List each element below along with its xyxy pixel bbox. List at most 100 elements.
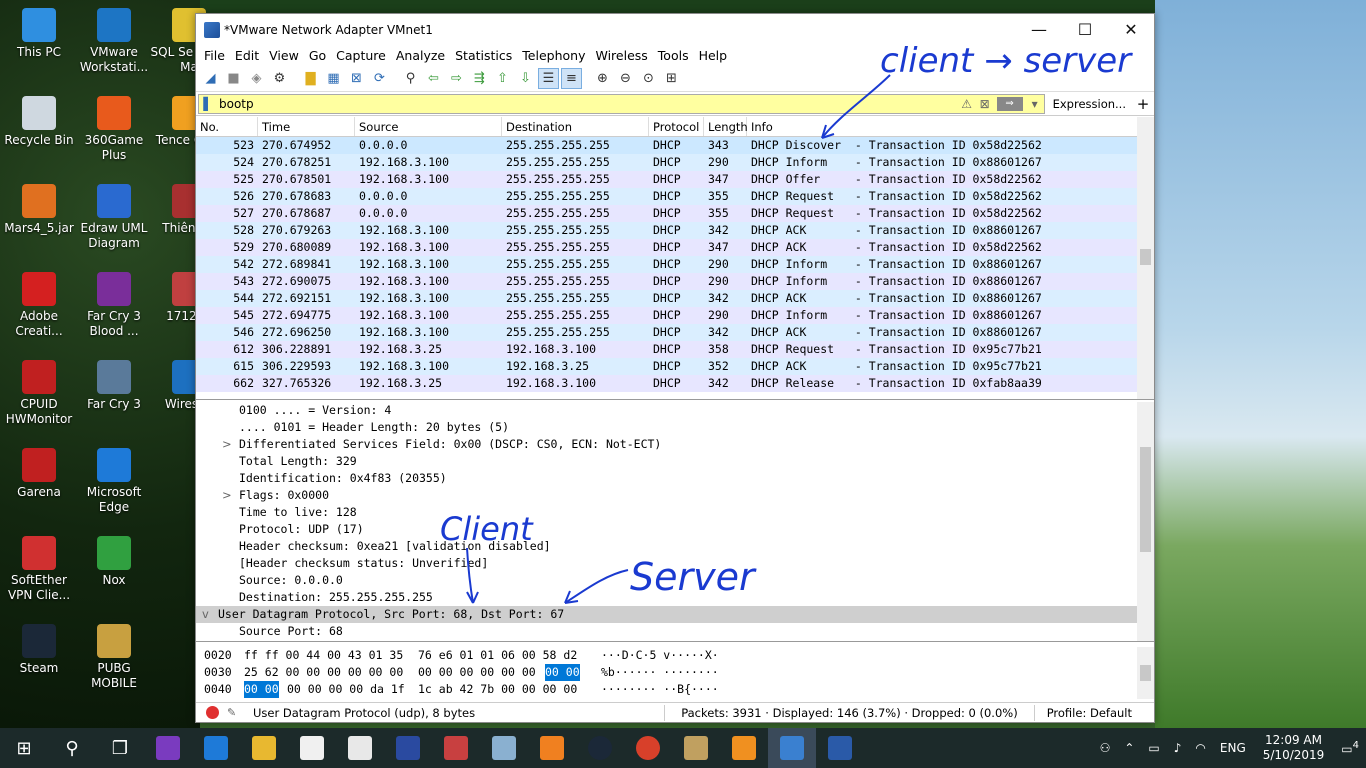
bytes-scrollbar[interactable] [1137,647,1154,699]
save-file-icon[interactable]: ▦ [323,68,344,89]
desktop-icon[interactable]: Edraw UML Diagram [75,184,153,251]
column-length[interactable]: Length [704,117,748,136]
column-destination[interactable]: Destination [502,117,649,136]
packet-row[interactable]: 529 270.680089 192.168.3.100 255.255.255.25… [196,239,1154,256]
desktop-icon[interactable]: VMware Workstati... [75,8,153,75]
menu-wireless[interactable]: Wireless [590,48,652,63]
expression-button[interactable]: Expression... [1045,97,1134,111]
detail-row[interactable]: Destination: 255.255.255.255 [196,589,1154,606]
desktop-icon[interactable]: Far Cry 3 Blood ... [75,272,153,339]
scrollbar-thumb[interactable] [1140,249,1151,265]
packet-row[interactable]: 542 272.689841 192.168.3.100 255.255.255.25… [196,256,1154,273]
minimize-button[interactable]: — [1016,14,1062,45]
detail-row[interactable]: > Flags: 0x0000 [196,487,1154,504]
close-button[interactable]: ✕ [1108,14,1154,45]
chrome-icon[interactable] [624,728,672,768]
packet-row[interactable]: 612 306.228891 192.168.3.25 192.168.3.100 DH… [196,341,1154,358]
autoscroll-icon[interactable]: ☰ [538,68,559,89]
volume-icon[interactable]: ♪ [1167,741,1189,755]
detail-row[interactable]: > Differentiated Services Field: 0x00 (DS… [196,436,1154,453]
go-to-packet-icon[interactable]: ⇶ [469,68,490,89]
menu-edit[interactable]: Edit [230,48,264,63]
desktop-icon[interactable]: PUBG MOBILE [75,624,153,691]
add-filter-button[interactable]: + [1134,95,1152,113]
detail-row[interactable]: [Header checksum status: Unverified] [196,555,1154,572]
go-last-icon[interactable]: ⇩ [515,68,536,89]
column-source[interactable]: Source [355,117,502,136]
steam-icon[interactable] [576,728,624,768]
clear-filter-icon[interactable]: ⊠ [976,97,994,111]
details-scrollbar[interactable] [1137,402,1154,641]
apply-filter-icon[interactable]: ⇒ [996,96,1023,111]
store-icon[interactable] [288,728,336,768]
tools-icon[interactable] [672,728,720,768]
detail-row[interactable]: 0100 .... = Version: 4 [196,402,1154,419]
zoom-in-icon[interactable]: ⊕ [592,68,613,89]
visual-studio-icon[interactable] [144,728,192,768]
status-profile[interactable]: Profile: Default [1041,706,1154,720]
menu-statistics[interactable]: Statistics [450,48,517,63]
column-info[interactable]: Info [747,117,1154,136]
display-filter-input[interactable]: ▌ bootp ⚠ ⊠ ⇒ ▾ [198,93,1045,114]
reload-file-icon[interactable]: ⟳ [369,68,390,89]
packet-row[interactable]: 526 270.678683 0.0.0.0 255.255.255.255 DHCP 3… [196,188,1154,205]
title-bar[interactable]: *VMware Network Adapter VMnet1 — ☐ ✕ [196,14,1154,45]
zoom-reset-icon[interactable]: ⊙ [638,68,659,89]
chevron-right-icon[interactable]: > [222,487,232,504]
scrollbar-thumb[interactable] [1140,447,1151,552]
sublime-icon[interactable] [528,728,576,768]
desktop-icon[interactable]: SoftEther VPN Clie... [0,536,78,603]
packet-row[interactable]: 546 272.696250 192.168.3.100 255.255.255.25… [196,324,1154,341]
packet-row[interactable]: 527 270.678687 0.0.0.0 255.255.255.255 DHCP 3… [196,205,1154,222]
detail-row[interactable]: Header checksum: 0xea21 [validation disa… [196,538,1154,555]
desktop-icon[interactable]: 360Game Plus [75,96,153,163]
desktop-icon[interactable]: Steam [0,624,78,676]
menu-help[interactable]: Help [694,48,733,63]
go-first-icon[interactable]: ⇧ [492,68,513,89]
detail-row[interactable]: Identification: 0x4f83 (20355) [196,470,1154,487]
go-back-icon[interactable]: ⇦ [423,68,444,89]
detail-row[interactable]: Source: 0.0.0.0 [196,572,1154,589]
detail-row[interactable]: Source Port: 68 [196,623,1154,640]
packet-list-scrollbar[interactable] [1137,117,1154,399]
detail-row[interactable]: Protocol: UDP (17) [196,521,1154,538]
desktop-icon[interactable]: Nox [75,536,153,588]
packet-row[interactable]: 523 270.674952 0.0.0.0 255.255.255.255 DHCP 3… [196,137,1154,154]
desktop-icon[interactable]: This PC [0,8,78,60]
task-view-icon[interactable]: ❐ [96,728,144,768]
zoom-out-icon[interactable]: ⊖ [615,68,636,89]
desktop-icon[interactable]: Garena [0,448,78,500]
dev-cpp-icon[interactable] [384,728,432,768]
edit-comment-icon[interactable]: ✎ [227,706,243,719]
desktop-icon[interactable]: Mars4_5.jar [0,184,78,236]
column-no[interactable]: No. [196,117,258,136]
desktop-icon[interactable]: Adobe Creati... [0,272,78,339]
word-icon[interactable] [816,728,864,768]
show-hidden-icon[interactable]: ⌃ [1117,741,1141,755]
menu-file[interactable]: File [199,48,230,63]
packet-row[interactable]: 543 272.690075 192.168.3.100 255.255.255.25… [196,273,1154,290]
vmware-icon[interactable] [720,728,768,768]
menu-tools[interactable]: Tools [653,48,694,63]
detail-row[interactable]: Time to live: 128 [196,504,1154,521]
restart-capture-icon[interactable]: ◈ [246,68,267,89]
scrollbar-thumb[interactable] [1140,665,1151,681]
snipping-tool-icon[interactable] [432,728,480,768]
file-explorer-icon[interactable] [240,728,288,768]
packet-row[interactable]: 525 270.678501 192.168.3.100 255.255.255.25… [196,171,1154,188]
people-icon[interactable]: ⚇ [1093,741,1118,755]
menu-go[interactable]: Go [304,48,331,63]
menu-analyze[interactable]: Analyze [391,48,450,63]
close-file-icon[interactable]: ⊠ [346,68,367,89]
bytes-row[interactable]: 0040 00 00 00 00 00 00 da 1f 1c ab 42 7b 00… [196,681,1154,698]
notification-center-icon[interactable]: ▭4 [1334,740,1366,756]
start-button[interactable]: ⊞ [0,728,48,768]
mail-icon[interactable] [336,728,384,768]
go-forward-icon[interactable]: ⇨ [446,68,467,89]
battery-icon[interactable]: ▭ [1141,741,1166,755]
packet-row[interactable]: 615 306.229593 192.168.3.100 192.168.3.25 DH… [196,358,1154,375]
start-capture-icon[interactable]: ◢ [200,68,221,89]
column-protocol[interactable]: Protocol [649,117,704,136]
stop-capture-icon[interactable]: ■ [223,68,244,89]
bytes-row[interactable]: 0030 25 62 00 00 00 00 00 00 00 00 00 00 0… [196,664,1154,681]
